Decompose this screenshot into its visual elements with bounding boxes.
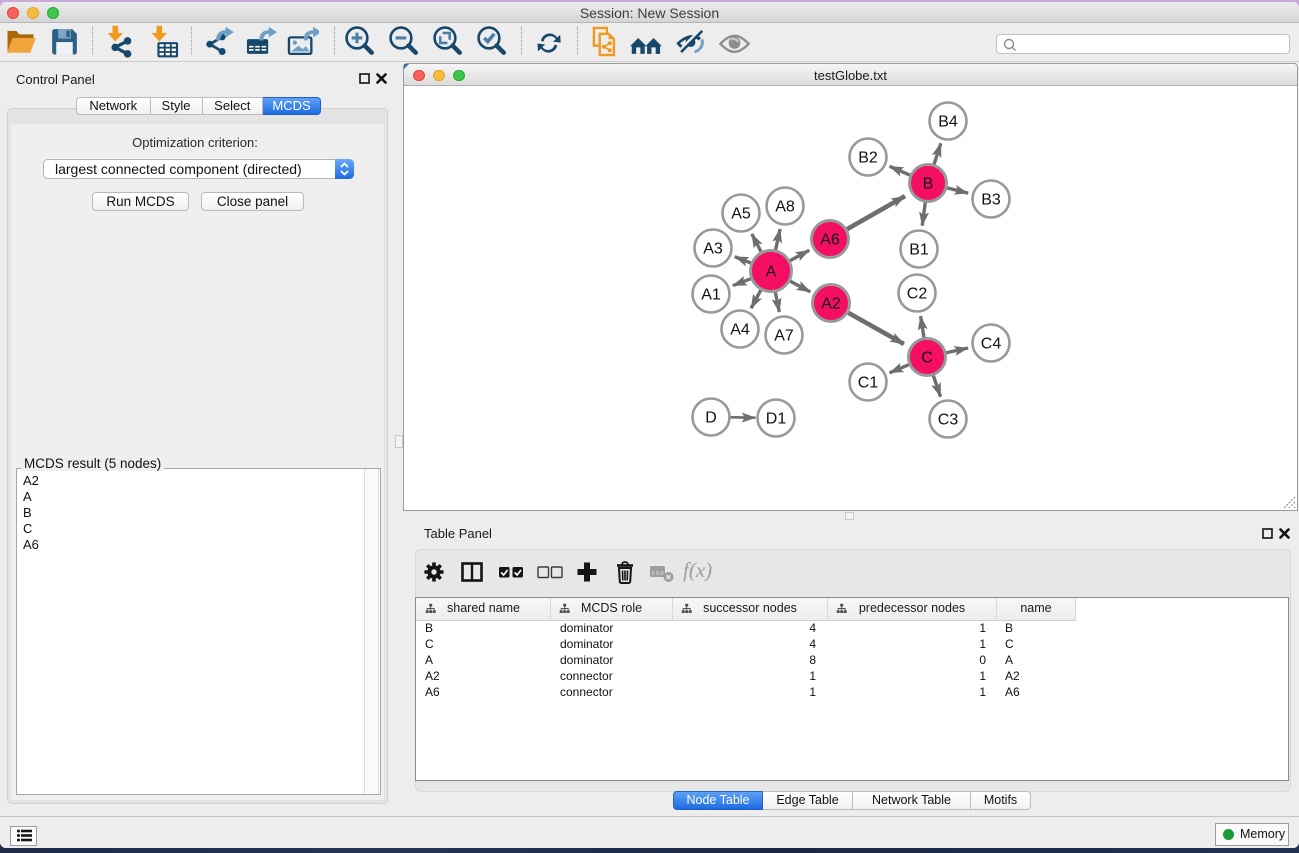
svg-text:A8: A8 — [775, 199, 795, 216]
svg-text:C4: C4 — [981, 336, 1002, 353]
svg-text:A7: A7 — [774, 328, 794, 345]
svg-text:A4: A4 — [730, 322, 750, 339]
svg-text:A5: A5 — [731, 206, 751, 223]
svg-text:D1: D1 — [766, 411, 787, 428]
svg-text:B2: B2 — [858, 150, 878, 167]
svg-text:C: C — [921, 350, 933, 367]
svg-text:A2: A2 — [821, 296, 841, 313]
svg-text:C3: C3 — [938, 412, 959, 429]
svg-text:A: A — [766, 264, 777, 281]
svg-text:C2: C2 — [907, 286, 928, 303]
svg-text:C1: C1 — [858, 375, 879, 392]
svg-text:B1: B1 — [909, 242, 929, 259]
svg-text:A6: A6 — [820, 232, 840, 249]
svg-text:B: B — [923, 176, 934, 193]
svg-text:D: D — [705, 410, 717, 427]
svg-text:B3: B3 — [981, 192, 1001, 209]
svg-text:A3: A3 — [703, 241, 723, 258]
svg-text:B4: B4 — [938, 114, 958, 131]
svg-text:A1: A1 — [701, 287, 721, 304]
